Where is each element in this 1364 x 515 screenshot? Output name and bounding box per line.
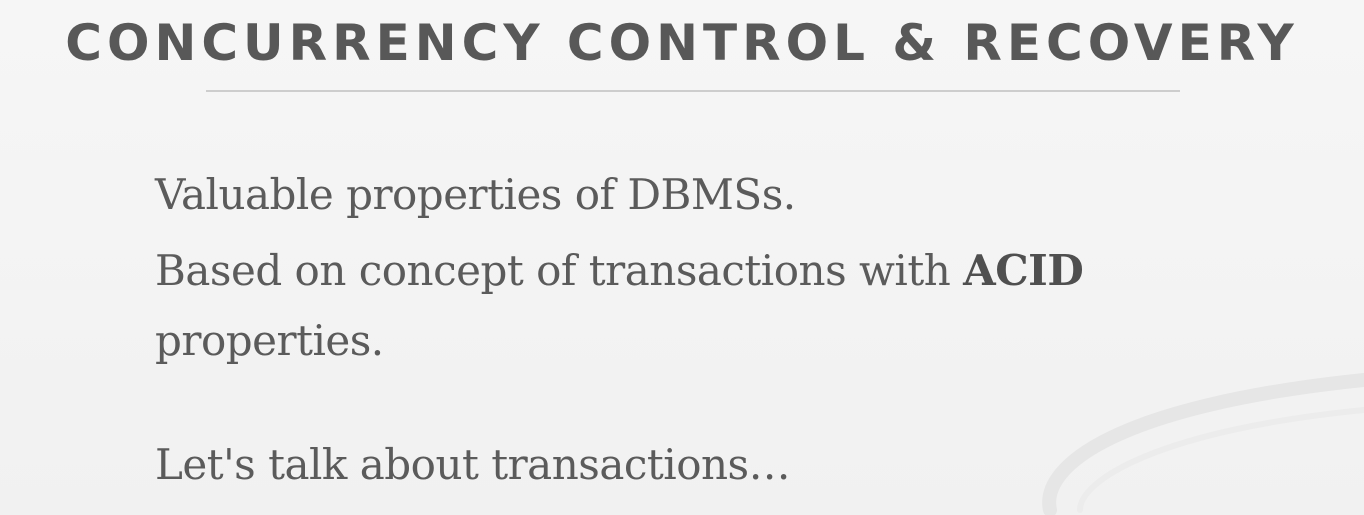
decorative-swirl-icon [1042,373,1364,515]
body-line-transactions-text: Based on concept of transactions with [155,246,964,295]
slide: CONCURRENCY CONTROL & RECOVERY Valuable … [0,0,1364,515]
acid-emphasis: ACID [963,246,1084,295]
body-line-talk-about-transactions: Let's talk about transactions… [155,440,791,489]
body-line-properties: properties. [155,316,384,365]
title-divider [206,90,1180,92]
body-line-transactions: Based on concept of transactions with AC… [155,246,1084,295]
body-line-dbms-properties: Valuable properties of DBMSs. [155,170,796,219]
slide-title: CONCURRENCY CONTROL & RECOVERY [65,14,1299,72]
